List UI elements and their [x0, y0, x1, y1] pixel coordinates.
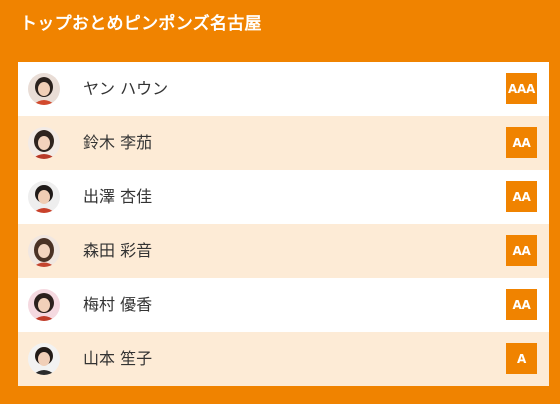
player-row[interactable]: 鈴木 李茄 AA — [18, 116, 549, 170]
rank-badge: AAA — [506, 73, 537, 104]
player-row[interactable]: ヤン ハウン AAA — [18, 62, 549, 116]
player-name: 森田 彩音 — [83, 241, 153, 260]
player-row[interactable]: 森田 彩音 AA — [18, 224, 549, 278]
rank-badge: A — [506, 343, 537, 374]
player-name: 山本 笙子 — [83, 349, 153, 368]
rank-badge: AA — [506, 181, 537, 212]
player-photo-icon — [28, 235, 60, 267]
player-row[interactable]: 梅村 優香 AA — [18, 278, 549, 332]
player-row[interactable]: 山本 笙子 A — [18, 332, 549, 386]
player-row[interactable]: 出澤 杏佳 AA — [18, 170, 549, 224]
rank-badge: AA — [506, 127, 537, 158]
player-name: 梅村 優香 — [83, 295, 153, 314]
player-photo-icon — [28, 181, 60, 213]
player-list: ヤン ハウン AAA 鈴木 李茄 AA 出澤 杏佳 AA 森田 彩音 AA 梅村… — [18, 62, 549, 386]
player-name: 鈴木 李茄 — [83, 133, 153, 152]
player-photo-icon — [28, 343, 60, 375]
player-name: 出澤 杏佳 — [83, 187, 153, 206]
player-photo-icon — [28, 73, 60, 105]
team-title: トップおとめピンポンズ名古屋 — [20, 14, 262, 34]
player-name: ヤン ハウン — [83, 79, 169, 98]
rank-badge: AA — [506, 235, 537, 266]
player-photo-icon — [28, 127, 60, 159]
player-photo-icon — [28, 289, 60, 321]
rank-badge: AA — [506, 289, 537, 320]
